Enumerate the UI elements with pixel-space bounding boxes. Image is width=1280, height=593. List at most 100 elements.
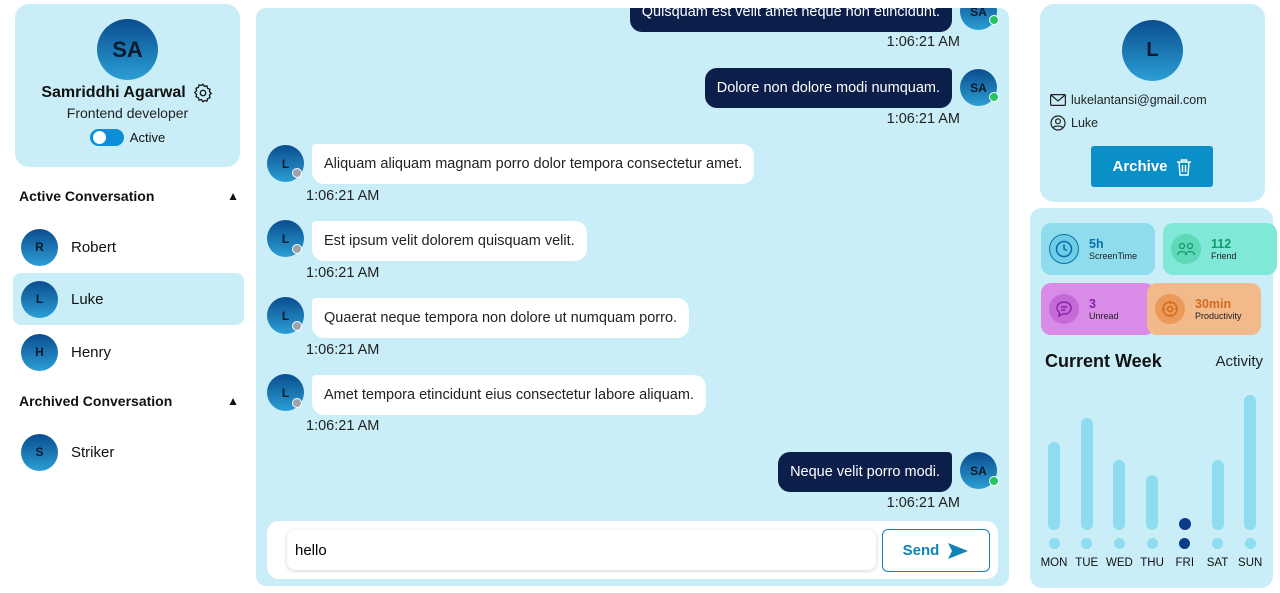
- message-time: 1:06:21 AM: [306, 342, 380, 358]
- message-input[interactable]: [287, 530, 876, 570]
- stat-value: 5h: [1089, 237, 1104, 251]
- activity-link[interactable]: Activity: [1215, 353, 1263, 370]
- user-circle-icon: [1050, 115, 1066, 131]
- avatar: R: [21, 228, 58, 266]
- chat-icon: [1049, 294, 1079, 324]
- message-time: 1:06:21 AM: [886, 34, 960, 50]
- activity-bar-fri: [1178, 518, 1191, 530]
- conversation-name: Striker: [71, 443, 115, 461]
- day-label: TUE: [1075, 557, 1099, 569]
- stat-label: Productivity: [1195, 311, 1242, 321]
- contact-email: lukelantansi@gmail.com: [1071, 93, 1207, 107]
- offline-status-dot: [292, 321, 302, 331]
- clock-icon: [1049, 234, 1079, 264]
- contact-card: L lukelantansi@gmail.com Luke Archive: [1040, 4, 1265, 202]
- message-time: 1:06:21 AM: [306, 188, 380, 204]
- activity-bar-wed: [1113, 460, 1126, 530]
- stat-value: 112: [1211, 237, 1232, 251]
- offline-status-dot: [292, 244, 302, 254]
- active-conversation-title: Active Conversation: [19, 188, 155, 204]
- message-bubble-outgoing: Quisquam est velit amet neque non etinci…: [629, 8, 952, 32]
- stat-label: ScreenTime: [1089, 251, 1138, 261]
- archive-button-label: Archive: [1112, 158, 1168, 175]
- message-bubble-incoming: Quaerat neque tempora non dolore ut numq…: [312, 298, 690, 338]
- activity-bar-mon: [1048, 441, 1060, 530]
- send-icon: [948, 542, 969, 559]
- message-composer: Send: [267, 521, 998, 579]
- day-label: SUN: [1238, 557, 1263, 569]
- online-status-dot: [989, 15, 999, 25]
- avatar: L: [21, 280, 58, 318]
- stat-label: Friend: [1211, 251, 1237, 261]
- chevron-up-icon[interactable]: ▲: [227, 394, 239, 408]
- day-label: THU: [1140, 557, 1164, 569]
- message-bubble-outgoing: Dolore non dolore modi numquam.: [704, 68, 952, 108]
- gear-icon[interactable]: [192, 82, 214, 104]
- user-role: Frontend developer: [66, 105, 189, 121]
- stats-panel: 5h ScreenTime 112 Friend 3 Unread 30min …: [1030, 208, 1277, 588]
- stat-value: 30min: [1195, 297, 1232, 311]
- message-bubble-incoming: Aliquam aliquam magnam porro dolor tempo…: [312, 144, 755, 184]
- archived-conversation-title: Archived Conversation: [19, 393, 173, 409]
- active-toggle[interactable]: [89, 129, 124, 146]
- active-conversation-header[interactable]: Active Conversation ▲: [19, 188, 239, 204]
- day-label: SAT: [1206, 557, 1229, 569]
- conversation-name: Luke: [71, 290, 104, 308]
- stat-label: Unread: [1089, 311, 1119, 321]
- message-time: 1:06:21 AM: [886, 495, 960, 511]
- send-button-label: Send: [902, 542, 940, 559]
- activity-bar-sat: [1211, 460, 1224, 530]
- contact-avatar: L: [1122, 20, 1183, 81]
- activity-dot-tue: [1081, 538, 1093, 549]
- day-label: FRI: [1175, 557, 1195, 569]
- conversation-name: Robert: [71, 238, 117, 256]
- day-label: WED: [1105, 557, 1133, 569]
- conversation-item-henry[interactable]: H Henry: [13, 326, 244, 378]
- conversation-item-luke[interactable]: L Luke: [13, 273, 244, 325]
- activity-dot-fri: [1179, 538, 1191, 549]
- send-button[interactable]: Send: [882, 529, 990, 572]
- archive-button[interactable]: Archive: [1091, 146, 1213, 187]
- activity-bar-thu: [1146, 474, 1159, 530]
- online-status-dot: [989, 92, 999, 102]
- contact-username: Luke: [1071, 116, 1099, 130]
- stat-card-productivity: 30min Productivity: [1147, 283, 1261, 335]
- conversation-name: Henry: [71, 343, 112, 361]
- chat-panel: Quisquam est velit amet neque non etinci…: [256, 8, 1009, 586]
- message-time: 1:06:21 AM: [306, 265, 380, 281]
- avatar: S: [21, 433, 58, 471]
- conversation-item-striker[interactable]: S Striker: [13, 426, 244, 478]
- activity-dot-sun: [1244, 538, 1256, 549]
- stat-card-unread: 3 Unread: [1041, 283, 1155, 335]
- week-title: Current Week: [1045, 351, 1162, 371]
- stat-value: 3: [1089, 297, 1096, 311]
- stat-card-friend: 112 Friend: [1163, 223, 1277, 275]
- profile-card: SA Samriddhi Agarwal Frontend developer …: [15, 4, 240, 167]
- user-name: Samriddhi Agarwal: [41, 84, 186, 101]
- offline-status-dot: [292, 168, 302, 178]
- offline-status-dot: [292, 398, 302, 408]
- activity-dot-mon: [1048, 538, 1060, 549]
- conversation-item-robert[interactable]: R Robert: [13, 221, 244, 273]
- stat-card-screentime: 5h ScreenTime: [1041, 223, 1155, 275]
- friends-icon: [1171, 234, 1201, 264]
- activity-bar-sun: [1244, 395, 1257, 530]
- message-bubble-outgoing: Neque velit porro modi.: [778, 452, 952, 492]
- activity-dot-wed: [1113, 538, 1125, 549]
- chevron-up-icon[interactable]: ▲: [227, 189, 239, 203]
- avatar: H: [21, 333, 58, 371]
- message-time: 1:06:21 AM: [886, 111, 960, 127]
- archived-conversation-header[interactable]: Archived Conversation ▲: [19, 393, 239, 409]
- online-status-dot: [989, 476, 999, 486]
- message-bubble-incoming: Amet tempora etincidunt eius consectetur…: [312, 375, 706, 415]
- message-time: 1:06:21 AM: [306, 418, 380, 434]
- activity-dot-sat: [1212, 538, 1223, 549]
- message-bubble-incoming: Est ipsum velit dolorem quisquam velit.: [312, 221, 587, 261]
- productivity-icon: [1155, 294, 1185, 324]
- activity-bar-tue: [1080, 417, 1093, 530]
- mail-icon: [1050, 94, 1066, 106]
- trash-icon: [1176, 158, 1191, 176]
- active-status-label: Active: [129, 130, 166, 145]
- day-label: MON: [1040, 557, 1068, 569]
- activity-dot-thu: [1146, 538, 1158, 549]
